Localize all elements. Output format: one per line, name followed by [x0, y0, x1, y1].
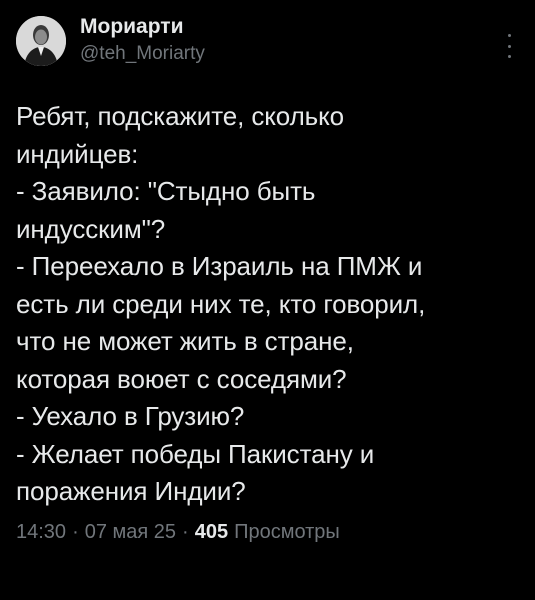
- dot: [507, 34, 511, 37]
- avatar-portrait-icon: [16, 16, 66, 66]
- views-count[interactable]: 405: [195, 519, 228, 545]
- author-handle[interactable]: @teh_Moriarty: [80, 42, 205, 66]
- tweet-text: Ребят, подскажите, сколько индийцев: - З…: [16, 101, 426, 506]
- views-label[interactable]: Просмотры: [234, 519, 340, 545]
- more-options-icon[interactable]: [501, 34, 517, 58]
- author-names: Мориарти @teh_Moriarty: [80, 12, 205, 66]
- dot: [507, 44, 511, 48]
- tweet-card: Мориарти @teh_Moriarty Ребят, подскажите…: [0, 0, 535, 600]
- meta-separator: ·: [72, 520, 79, 543]
- tweet-meta: 14:30 · 07 мая 25 · 405 Просмотры: [16, 519, 519, 545]
- tweet-time[interactable]: 14:30: [16, 519, 66, 545]
- avatar[interactable]: [16, 16, 66, 66]
- dot: [507, 55, 511, 58]
- tweet-date[interactable]: 07 мая 25: [85, 519, 176, 545]
- meta-separator: ·: [182, 520, 189, 543]
- tweet-header: Мориарти @teh_Moriarty: [16, 12, 519, 78]
- author-display-name[interactable]: Мориарти: [80, 14, 205, 40]
